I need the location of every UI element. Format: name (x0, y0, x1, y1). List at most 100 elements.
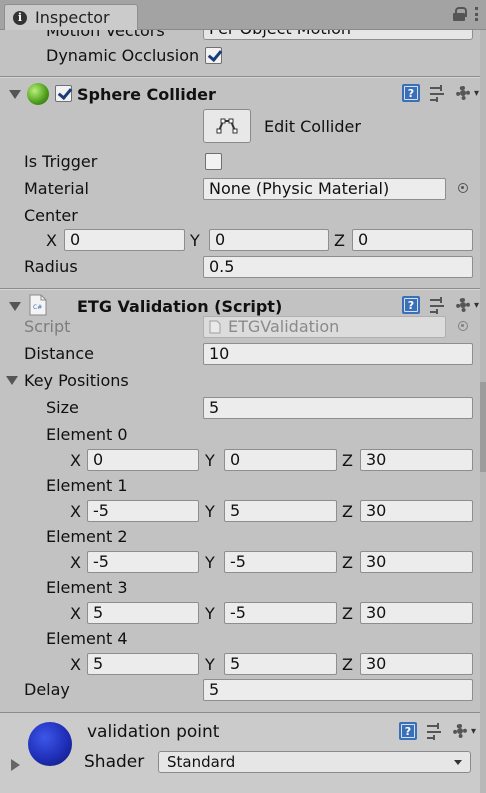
key-positions-label[interactable]: Key Positions (24, 371, 129, 390)
axis-y-label: Y (205, 451, 215, 470)
inspector-content: Motion Vectors Per Object Motion Dynamic… (0, 30, 480, 793)
script-label: Script (24, 317, 71, 336)
element-label: Element 0 (46, 425, 128, 444)
component-title: ETG Validation (Script) (77, 297, 283, 316)
script-field: ETGValidation (203, 316, 446, 338)
lock-icon[interactable] (453, 7, 467, 21)
axis-z-label: Z (342, 502, 353, 521)
more-menu-icon[interactable] (475, 7, 478, 21)
edit-collider-label: Edit Collider (264, 117, 361, 136)
element-z-field[interactable]: 30 (360, 653, 473, 675)
distance-field[interactable]: 10 (203, 343, 473, 365)
size-field[interactable]: 5 (203, 397, 473, 419)
preset-icon[interactable] (429, 85, 445, 102)
tab-inspector[interactable]: i Inspector (4, 4, 138, 30)
element-z-field[interactable]: 30 (360, 500, 473, 522)
script-icon (209, 320, 221, 334)
axis-x-label: X (70, 502, 81, 521)
element-z-field[interactable]: 30 (360, 449, 473, 471)
help-icon[interactable]: ? (399, 722, 417, 740)
center-x-field[interactable]: 0 (64, 229, 185, 251)
axis-y-label: Y (205, 604, 215, 623)
center-y-field[interactable]: 0 (209, 229, 329, 251)
component-title: Sphere Collider (77, 85, 216, 104)
material-preview-sphere (28, 722, 72, 766)
delay-field[interactable]: 5 (203, 679, 473, 701)
element-x-field[interactable]: -5 (87, 500, 199, 522)
element-y-field[interactable]: 5 (224, 500, 337, 522)
help-icon[interactable]: ? (402, 84, 420, 102)
element-x-field[interactable]: 0 (87, 449, 199, 471)
gear-icon[interactable] (454, 84, 472, 102)
element-x-field[interactable]: 5 (87, 653, 199, 675)
axis-z-label: Z (342, 451, 353, 470)
material-label: Material (24, 179, 89, 198)
preset-icon[interactable] (429, 297, 445, 314)
divider (0, 289, 480, 290)
axis-z-label: Z (342, 655, 353, 674)
is-trigger-checkbox[interactable] (205, 153, 222, 170)
element-y-field[interactable]: 0 (224, 449, 337, 471)
is-trigger-label: Is Trigger (24, 152, 98, 171)
material-name: validation point (87, 722, 220, 742)
chevron-down-icon (454, 760, 462, 765)
help-icon[interactable]: ? (402, 296, 420, 314)
sphere-collider-enabled-checkbox[interactable] (55, 85, 72, 102)
size-label: Size (46, 398, 79, 417)
axis-y-label: Y (205, 655, 215, 674)
element-x-field[interactable]: -5 (87, 551, 199, 573)
material-field[interactable]: None (Physic Material) (203, 178, 446, 200)
edit-collider-icon (216, 118, 238, 134)
scrollbar-thumb[interactable] (480, 382, 486, 472)
element-x-field[interactable]: 5 (87, 602, 199, 624)
axis-x-label: X (70, 451, 81, 470)
radius-field[interactable]: 0.5 (203, 256, 473, 278)
axis-x-label: X (70, 604, 81, 623)
axis-z-label: Z (342, 553, 353, 572)
shader-select[interactable]: Standard (158, 751, 471, 773)
axis-z-label: Z (342, 604, 353, 623)
center-label: Center (24, 206, 78, 225)
divider (0, 77, 480, 78)
svg-text:C#: C# (33, 304, 42, 311)
element-label: Element 1 (46, 476, 128, 495)
object-picker-icon (458, 321, 468, 331)
info-icon: i (13, 10, 27, 25)
element-label: Element 4 (46, 629, 128, 648)
center-z-field[interactable]: 0 (352, 229, 473, 251)
fold-arrow-icon[interactable] (9, 302, 21, 311)
shader-label: Shader (84, 752, 145, 772)
script-icon: C# (29, 294, 47, 316)
sphere-collider-icon (27, 83, 49, 105)
axis-y-label: Y (205, 553, 215, 572)
gear-icon[interactable] (451, 722, 469, 740)
fold-arrow-icon[interactable] (6, 376, 18, 385)
fold-arrow-icon[interactable] (9, 90, 21, 99)
axis-x-label: X (70, 655, 81, 674)
tab-bar: i Inspector (0, 0, 486, 30)
center-y-label: Y (190, 231, 200, 250)
object-picker-icon[interactable] (458, 183, 468, 193)
axis-y-label: Y (205, 502, 215, 521)
sphere-collider-header[interactable]: Sphere Collider ? ▾ (0, 80, 480, 108)
motion-vectors-select[interactable]: Per Object Motion (203, 30, 473, 40)
dynamic-occlusion-checkbox[interactable] (205, 47, 222, 64)
delay-label: Delay (24, 680, 70, 699)
script-field-value: ETGValidation (228, 317, 340, 336)
tab-inspector-label: Inspector (35, 8, 110, 27)
gear-icon[interactable] (454, 296, 472, 314)
element-label: Element 2 (46, 527, 128, 546)
element-label: Element 3 (46, 578, 128, 597)
element-z-field[interactable]: 30 (360, 551, 473, 573)
element-y-field[interactable]: -5 (224, 551, 337, 573)
fold-arrow-icon[interactable] (11, 759, 20, 771)
element-z-field[interactable]: 30 (360, 602, 473, 624)
element-y-field[interactable]: -5 (224, 602, 337, 624)
motion-vectors-label: Motion Vectors (46, 30, 165, 40)
center-z-label: Z (334, 231, 345, 250)
center-x-label: X (46, 231, 57, 250)
preset-icon[interactable] (426, 723, 442, 740)
element-y-field[interactable]: 5 (224, 653, 337, 675)
distance-label: Distance (24, 344, 94, 363)
edit-collider-button[interactable] (203, 109, 251, 143)
